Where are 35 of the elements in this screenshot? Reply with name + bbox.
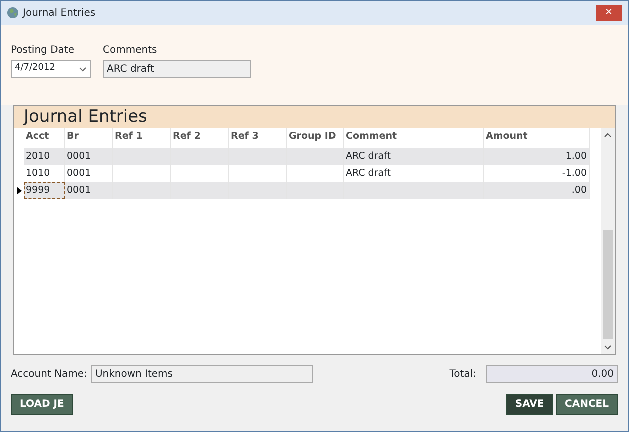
field-label: Account Name: [11, 368, 88, 382]
scroll-down-icon[interactable] [604, 343, 612, 351]
button[interactable]: LOAD JE [11, 394, 74, 415]
table-cell: 0001 [65, 148, 113, 165]
row-pointer-icon [16, 186, 22, 194]
table-cell [229, 148, 287, 165]
close-button[interactable]: ✕ [596, 5, 622, 21]
table-cell [113, 182, 171, 199]
table-cell: 9999 [24, 182, 65, 199]
table-cell: 0001 [65, 182, 113, 199]
button[interactable]: CANCEL [556, 394, 618, 415]
table-cell: 2010 [24, 148, 65, 165]
field-label: Total: [450, 368, 476, 382]
scroll-up-icon[interactable] [604, 132, 612, 140]
date-dropdown[interactable]: 4/7/2012 [11, 60, 91, 78]
scroll-thumb[interactable] [603, 230, 613, 339]
table-cell [171, 148, 229, 165]
table-cell [171, 182, 229, 199]
chevron-down-icon [79, 66, 87, 72]
table-cell: 1.00 [484, 148, 590, 165]
table-cell [287, 182, 344, 199]
table-cell [287, 148, 344, 165]
account-name-field[interactable]: Unknown Items [91, 365, 314, 383]
button[interactable]: SAVE [506, 394, 554, 415]
total-field[interactable]: 0.00 [486, 365, 618, 383]
table-cell [113, 148, 171, 165]
field-label: Comments [103, 44, 158, 58]
table-cell: .00 [484, 182, 590, 199]
table-cell [229, 182, 287, 199]
field-label: Posting Date [11, 44, 76, 58]
grid-title: Journal Entries [14, 106, 615, 128]
comments-field[interactable]: ARC draft [103, 60, 251, 78]
window-title: Journal Entries [23, 6, 96, 20]
globe-icon [7, 7, 19, 19]
table-cell: ARC draft [344, 148, 484, 165]
